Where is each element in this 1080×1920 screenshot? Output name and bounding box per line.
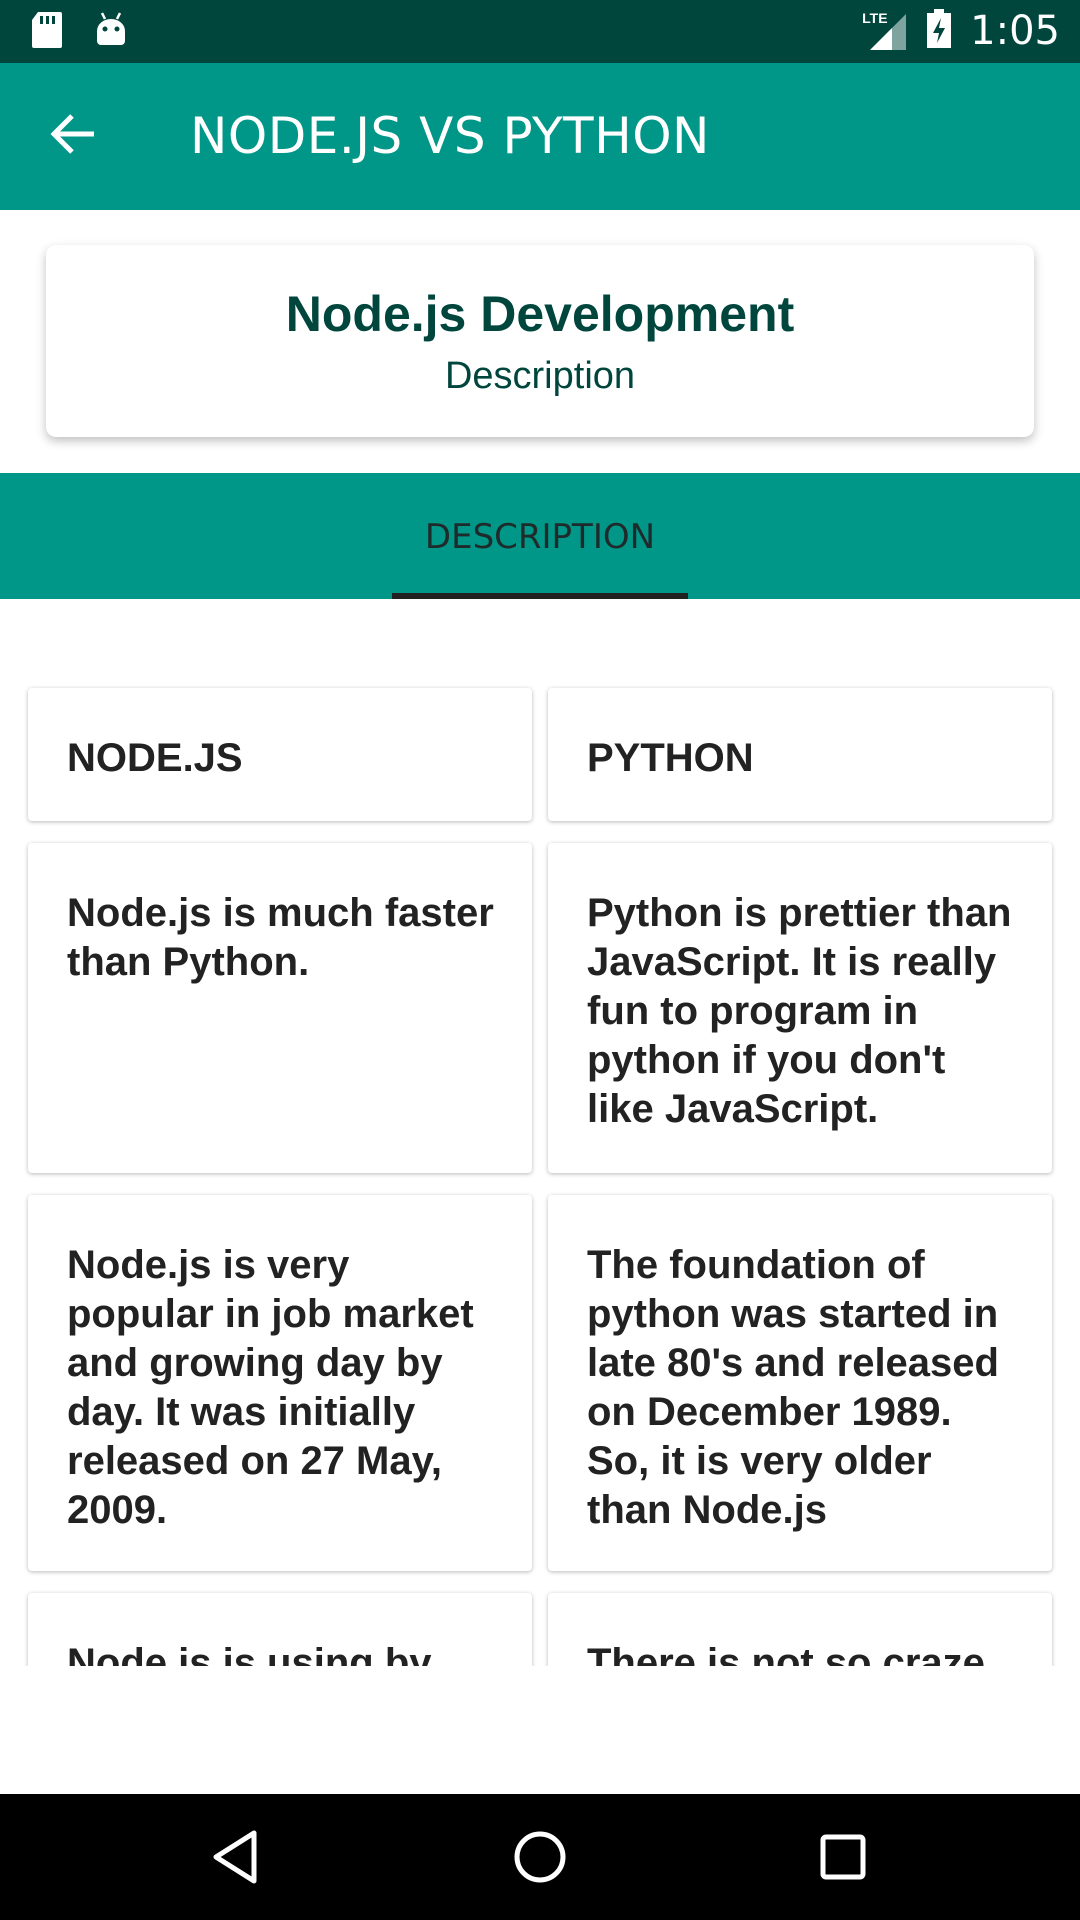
back-button[interactable] (40, 103, 106, 169)
tab-label: DESCRIPTION (424, 517, 656, 557)
page-title: NODE.JS VS PYTHON (190, 107, 710, 165)
list-item[interactable]: Node.js is very popular in job market an… (28, 1195, 532, 1571)
nodejs-text: Node.js is much faster than Python. (67, 891, 494, 984)
card-subtitle: Description (444, 355, 636, 397)
python-text: The foundation of python was started in … (587, 1243, 999, 1532)
arrow-back-icon (50, 113, 96, 160)
card-title: Node.js Development (285, 286, 795, 342)
navigation-bar (0, 1794, 1080, 1920)
list-item[interactable]: Node.js is much faster than Python. (28, 843, 532, 1173)
list-item[interactable]: There is not so craze (548, 1593, 1052, 1666)
nodejs-text: Node.js is using by (67, 1641, 432, 1666)
clock: 1:05 (970, 8, 1060, 54)
nav-home-icon (512, 1829, 568, 1890)
nav-home-button[interactable] (505, 1824, 575, 1894)
tab-description[interactable]: DESCRIPTION (392, 473, 688, 599)
python-text: Python is prettier than JavaScript. It i… (587, 891, 1012, 1131)
status-bar: LTE 1:05 (0, 0, 1080, 63)
header-cell-python: PYTHON (548, 688, 1052, 821)
nav-recents-button[interactable] (808, 1824, 878, 1894)
list-item[interactable]: Node.js is using by (28, 1593, 532, 1666)
nav-back-button[interactable] (200, 1824, 270, 1894)
nav-recents-icon (818, 1832, 868, 1887)
column-header: PYTHON (587, 736, 754, 780)
app-bar: NODE.JS VS PYTHON (0, 63, 1080, 210)
header-cell-nodejs: NODE.JS (28, 688, 532, 821)
nav-back-icon (210, 1829, 260, 1890)
signal-icon: LTE (862, 10, 908, 52)
nodejs-text: Node.js is very popular in job market an… (67, 1243, 474, 1532)
android-icon (94, 11, 128, 54)
list-item[interactable]: Python is prettier than JavaScript. It i… (548, 843, 1052, 1173)
header-card: Node.js Development Description (46, 245, 1034, 437)
tab-bar: DESCRIPTION (0, 473, 1080, 599)
battery-icon (926, 8, 952, 54)
python-text: There is not so craze (587, 1641, 985, 1666)
column-header: NODE.JS (67, 736, 243, 780)
comparison-list[interactable]: NODE.JS PYTHON Node.js is much faster th… (0, 599, 1080, 1666)
sd-card-icon (30, 10, 64, 55)
list-item[interactable]: The foundation of python was started in … (548, 1195, 1052, 1571)
